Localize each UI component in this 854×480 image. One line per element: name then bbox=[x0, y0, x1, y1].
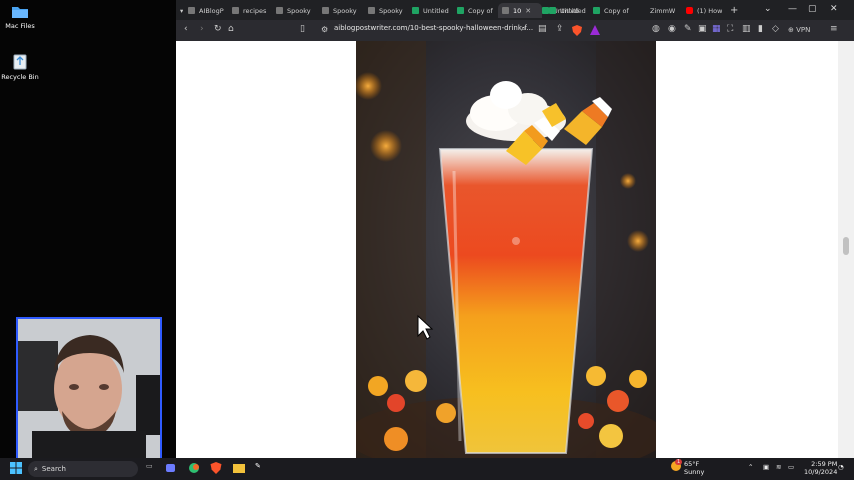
page-icon bbox=[232, 7, 239, 14]
sheets-icon bbox=[593, 7, 600, 14]
tray-app-icon[interactable]: ▣ bbox=[763, 463, 769, 471]
close-tab-icon[interactable]: ✕ bbox=[525, 7, 531, 15]
tab-active[interactable]: 10 ✕ bbox=[498, 3, 542, 18]
tab[interactable]: AIBlogP bbox=[188, 3, 228, 18]
desktop-icon-recycle-bin[interactable]: Recycle Bin bbox=[0, 52, 40, 81]
extension-icon[interactable]: ▥ bbox=[742, 24, 751, 34]
tab[interactable]: Spooky bbox=[276, 3, 316, 18]
search-icon: ⌕ bbox=[34, 464, 38, 473]
tab-search-icon[interactable]: ⌄ bbox=[764, 4, 772, 14]
extension-icon[interactable]: ▦ bbox=[712, 24, 721, 34]
vpn-label: VPN bbox=[796, 26, 811, 34]
reload-icon[interactable]: ↻ bbox=[214, 24, 222, 34]
weather-temp: 65°F bbox=[684, 460, 700, 468]
rewards-icon[interactable] bbox=[590, 25, 600, 38]
battery-icon[interactable]: ▭ bbox=[788, 463, 794, 471]
tab[interactable]: Copy of bbox=[593, 3, 631, 18]
sheets-icon bbox=[542, 7, 549, 14]
recycle-bin-icon bbox=[13, 54, 27, 70]
folder-icon bbox=[12, 7, 28, 18]
share-icon[interactable]: ⇪ bbox=[556, 24, 564, 34]
sidebar-icon[interactable]: ▮ bbox=[758, 24, 763, 34]
menu-icon[interactable]: ≡ bbox=[830, 24, 838, 34]
scrollbar-thumb[interactable] bbox=[843, 237, 849, 255]
taskbar-search[interactable]: ⌕ Search bbox=[28, 461, 138, 477]
browser-window: ▾ AIBlogP recipes Spooky Spooky Spooky U… bbox=[176, 0, 854, 458]
forward-icon[interactable]: › bbox=[200, 24, 204, 34]
page-icon bbox=[502, 7, 509, 14]
extension-icon[interactable]: ▣ bbox=[698, 24, 707, 34]
back-icon[interactable]: ‹ bbox=[184, 24, 188, 34]
desktop-icon-mac-files[interactable]: Mac Files bbox=[0, 5, 40, 30]
pen-app-icon[interactable]: ✎ bbox=[255, 462, 261, 470]
bookmark-icon[interactable]: ▯ bbox=[300, 24, 305, 34]
file-explorer-icon[interactable] bbox=[233, 462, 245, 476]
page-icon bbox=[276, 7, 283, 14]
toolbar: ‹ › ↻ ⌂ ▯ ⚙ aiblogpostwriter.com/10-best… bbox=[176, 20, 854, 41]
page-icon bbox=[188, 7, 195, 14]
minimize-button[interactable]: — bbox=[788, 4, 797, 14]
tab-strip: ▾ AIBlogP recipes Spooky Spooky Spooky U… bbox=[176, 0, 854, 20]
sheets-icon bbox=[412, 7, 419, 14]
tab-menu-button[interactable]: ▾ bbox=[180, 3, 183, 18]
new-tab-button[interactable]: + bbox=[730, 3, 738, 18]
desktop-icon-label: Mac Files bbox=[5, 22, 35, 30]
clock[interactable]: 2:59 PM 10/9/2024 bbox=[804, 460, 837, 476]
task-view-icon[interactable]: ▭ bbox=[146, 462, 153, 470]
tab[interactable]: ZimmW bbox=[650, 3, 680, 18]
tab[interactable]: Untitled bbox=[549, 3, 587, 18]
weather-badge: 1 bbox=[675, 459, 683, 465]
wifi-icon[interactable]: ≋ bbox=[776, 463, 781, 471]
meet-icon[interactable] bbox=[166, 462, 178, 476]
tab[interactable]: Copy of bbox=[457, 3, 495, 18]
home-icon[interactable]: ⌂ bbox=[228, 24, 234, 34]
search-placeholder: Search bbox=[41, 465, 66, 473]
windows-start-icon[interactable] bbox=[10, 462, 22, 476]
taskbar: ⌕ Search ▭ ✎ 1 65°F Sunny ⌃ ▣ ≋ ▭ 2:59 P… bbox=[0, 458, 854, 480]
extension-icon[interactable]: ◉ bbox=[668, 24, 676, 34]
page-icon bbox=[368, 7, 375, 14]
weather-condition: Sunny bbox=[684, 468, 705, 476]
clock-time: 2:59 PM bbox=[811, 460, 838, 468]
drink-image bbox=[356, 41, 656, 458]
chevron-up-icon[interactable]: ⌃ bbox=[748, 463, 753, 471]
screenshot-icon[interactable]: ⛶ bbox=[727, 24, 733, 34]
close-window-button[interactable]: ✕ bbox=[830, 4, 838, 14]
tab[interactable]: (1) How bbox=[686, 3, 722, 18]
site-info-icon[interactable]: ⚙ bbox=[321, 25, 328, 34]
address-bar[interactable]: aiblogpostwriter.com/10-best-spooky-hall… bbox=[334, 24, 533, 32]
weather-widget[interactable]: 65°F Sunny bbox=[684, 460, 704, 476]
sheets-icon bbox=[457, 7, 464, 14]
tab[interactable]: recipes bbox=[232, 3, 272, 18]
extension-icon[interactable]: ◍ bbox=[652, 24, 660, 34]
page-content bbox=[176, 41, 838, 458]
vpn-button[interactable]: ⊕ VPN bbox=[788, 26, 810, 34]
maximize-button[interactable]: ▢ bbox=[808, 4, 817, 14]
youtube-icon bbox=[686, 7, 693, 14]
clock-date: 10/9/2024 bbox=[804, 468, 838, 476]
brave-shields-icon[interactable] bbox=[572, 25, 582, 39]
reader-icon[interactable]: ▤ bbox=[538, 24, 547, 34]
tab[interactable]: Spooky bbox=[368, 3, 408, 18]
pen-icon[interactable]: ✎ bbox=[684, 24, 692, 34]
tab[interactable]: Untitled bbox=[412, 3, 452, 18]
tab[interactable]: Spooky bbox=[322, 3, 362, 18]
wallet-icon[interactable]: ◇ bbox=[772, 24, 779, 34]
notifications-icon[interactable]: ◔ bbox=[838, 463, 844, 471]
desktop-icon-label: Recycle Bin bbox=[1, 73, 39, 81]
webcam-overlay bbox=[16, 317, 162, 461]
zoom-icon[interactable]: ⌕ bbox=[521, 24, 526, 34]
page-icon bbox=[322, 7, 329, 14]
scrollbar[interactable] bbox=[838, 41, 854, 458]
brave-icon[interactable] bbox=[210, 462, 222, 476]
sheets-icon bbox=[549, 7, 556, 14]
copilot-icon[interactable] bbox=[188, 462, 200, 476]
